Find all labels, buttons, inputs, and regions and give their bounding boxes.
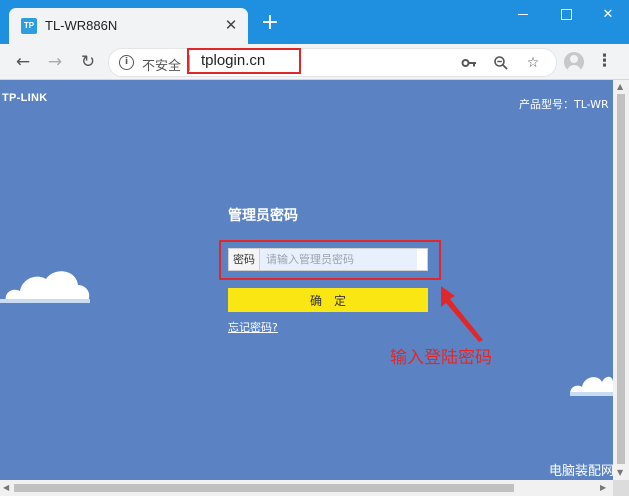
window-close-icon[interactable]: ✕: [587, 0, 629, 30]
cloud-icon: [570, 376, 613, 396]
confirm-button[interactable]: 确定: [228, 288, 428, 312]
new-tab-icon[interactable]: +: [260, 12, 280, 34]
scrollbar-corner: [613, 480, 629, 496]
brand-logo: TP-LINK: [2, 92, 48, 104]
password-field: 密码: [228, 248, 428, 271]
login-title: 管理员密码: [228, 208, 298, 224]
tab-title: TL-WR886N: [45, 18, 118, 33]
scroll-up-icon[interactable]: ▲: [617, 82, 623, 92]
model-label: 产品型号：TL-WR: [519, 98, 609, 111]
address-bar[interactable]: i 不安全 ☆: [108, 48, 557, 77]
forgot-password-link[interactable]: 忘记密码?: [228, 319, 278, 335]
info-icon[interactable]: i: [119, 55, 134, 70]
security-label[interactable]: 不安全: [142, 55, 181, 74]
reload-icon[interactable]: ↻: [76, 50, 100, 74]
arrow-icon: [441, 286, 483, 342]
browser-tab[interactable]: TP TL-WR886N ✕: [9, 8, 248, 44]
cloud-icon: [0, 271, 90, 303]
vertical-scroll-thumb[interactable]: [617, 94, 625, 464]
page-viewport: TP-LINK 产品型号：TL-WR 管理员密码 密码 确定 忘记密码? 输入登…: [0, 80, 613, 480]
vertical-scrollbar[interactable]: ▲ ▼: [613, 80, 629, 480]
key-icon[interactable]: [461, 55, 477, 71]
url-text[interactable]: tplogin.cn: [201, 52, 265, 69]
password-label: 密码: [229, 249, 260, 270]
favicon-icon: TP: [21, 18, 37, 34]
zoom-icon[interactable]: [493, 55, 509, 71]
horizontal-scroll-thumb[interactable]: [14, 484, 514, 492]
annotation-text: 输入登陆密码: [390, 348, 492, 368]
avatar-icon[interactable]: [564, 52, 584, 72]
forward-icon[interactable]: →: [43, 50, 67, 74]
minimize-icon[interactable]: [502, 0, 544, 30]
browser-toolbar: ← → ↻ i 不安全 ☆ ⋮: [0, 44, 629, 80]
title-bar: TP TL-WR886N ✕ + ✕: [0, 0, 629, 44]
horizontal-scrollbar[interactable]: ◀ ▶: [0, 480, 613, 496]
password-input[interactable]: [260, 249, 417, 270]
scroll-down-icon[interactable]: ▼: [617, 468, 623, 478]
scroll-left-icon[interactable]: ◀: [3, 483, 9, 493]
menu-icon[interactable]: ⋮: [596, 51, 613, 71]
star-icon[interactable]: ☆: [525, 55, 541, 71]
back-icon[interactable]: ←: [11, 50, 35, 74]
maximize-icon[interactable]: [545, 0, 587, 30]
scroll-right-icon[interactable]: ▶: [600, 483, 606, 493]
watermark-text: 电脑装配网: [549, 464, 613, 479]
close-icon[interactable]: ✕: [222, 16, 240, 34]
